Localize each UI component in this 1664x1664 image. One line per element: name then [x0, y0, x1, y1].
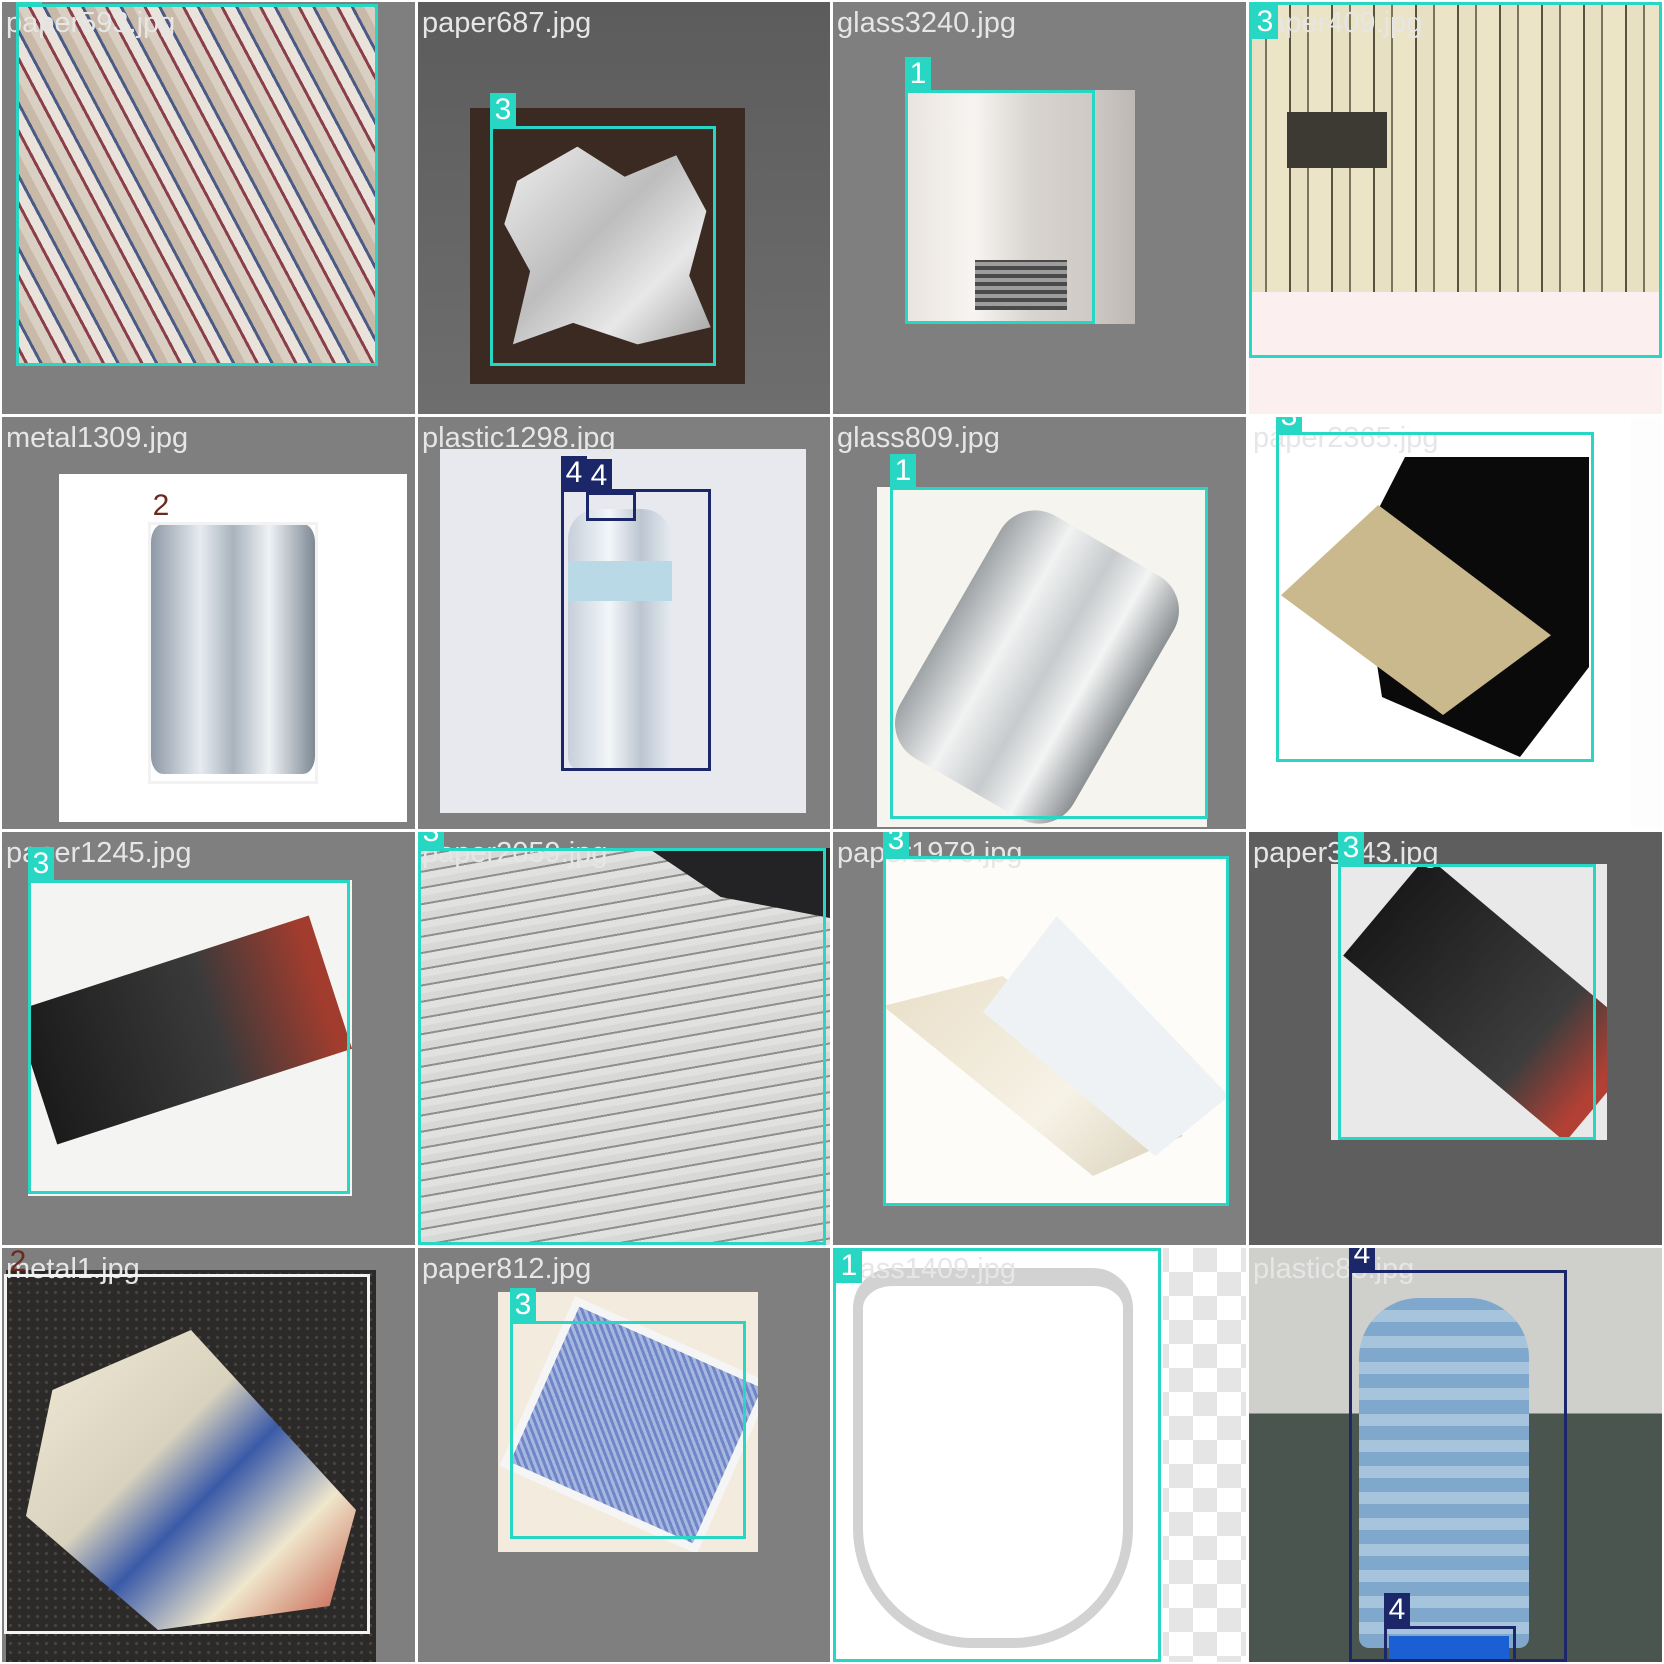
class-label: 3	[418, 832, 444, 849]
tile-paper1245: paper1245.jpg 3	[2, 832, 415, 1245]
class-label: 4	[1384, 1593, 1410, 1627]
class-label: 4	[586, 459, 612, 493]
tile-metal1309: metal1309.jpg 2	[2, 417, 415, 829]
class-label: 4	[1349, 1248, 1375, 1271]
bbox-plastic-cap: 4	[1384, 1593, 1516, 1662]
bbox-paper: 3	[1338, 832, 1596, 1140]
tile-paper593: paper593.jpg 3	[2, 2, 415, 414]
bbox-paper: 3	[16, 2, 378, 366]
bbox-paper: 3	[28, 847, 350, 1194]
class-label: 1	[836, 1249, 862, 1283]
tile-paper2059: paper2059.jpg 3	[418, 832, 830, 1245]
class-label: 3	[510, 1288, 536, 1322]
class-label: 1	[890, 454, 916, 488]
class-label: 3	[28, 847, 54, 881]
bbox-paper: 3	[510, 1288, 746, 1539]
tile-plastic88: plastic88.jpg 4 4	[1249, 1248, 1662, 1662]
bbox-glass: 1	[890, 454, 1208, 819]
tile-paper687: paper687.jpg 3	[418, 2, 830, 414]
class-label: 2	[152, 489, 170, 522]
bbox-paper: 3	[1249, 2, 1662, 358]
bbox-glass: 1	[833, 1248, 1161, 1662]
bbox-metal: 2	[4, 1248, 370, 1634]
tile-filename: glass3240.jpg	[837, 7, 1016, 39]
bbox-paper: 3	[490, 93, 716, 366]
bbox-plastic-cap: 4	[586, 459, 636, 521]
tile-filename: paper812.jpg	[422, 1253, 592, 1285]
bbox-paper: 3	[883, 832, 1229, 1206]
class-label: 4	[561, 456, 587, 490]
tile-filename: metal1309.jpg	[6, 422, 189, 454]
tile-paper2365: paper2365.jpg 3	[1249, 417, 1662, 829]
bbox-paper: 3	[1276, 417, 1594, 762]
detection-mosaic: paper593.jpg 3 paper687.jpg 3 glass3240.…	[0, 0, 1664, 1664]
class-label: 3	[1252, 5, 1278, 39]
bbox-glass: 1	[905, 57, 1095, 324]
tile-filename: glass809.jpg	[837, 422, 1000, 454]
class-label: 3	[883, 832, 909, 857]
tile-filename: plastic1298.jpg	[422, 422, 616, 454]
class-label: 3	[1276, 417, 1302, 433]
class-label: 3	[1338, 832, 1364, 865]
tile-paper812: paper812.jpg 3	[418, 1248, 830, 1662]
class-label: 3	[16, 2, 42, 5]
tile-glass809: glass809.jpg 1	[833, 417, 1246, 829]
tile-filename: paper687.jpg	[422, 7, 592, 39]
class-label: 1	[905, 57, 931, 91]
class-label: 3	[490, 93, 516, 127]
tile-plastic1298: plastic1298.jpg 4 4	[418, 417, 830, 829]
tile-glass3240: glass3240.jpg 1	[833, 2, 1246, 414]
bbox-metal: 2	[148, 489, 318, 784]
tile-paper409: paper409.jpg 3	[1249, 2, 1662, 414]
bbox-paper: 3	[418, 832, 826, 1245]
tile-paper1979: paper1979.jpg 3	[833, 832, 1246, 1245]
tile-metal1: metal1.jpg 2	[2, 1248, 415, 1662]
bbox-plastic-bottle: 4	[1349, 1248, 1567, 1662]
class-label: 2	[9, 1248, 27, 1278]
tile-glass1409: glass1409.jpg 1	[833, 1248, 1246, 1662]
tile-paper3243: paper3243.jpg 3	[1249, 832, 1662, 1245]
bbox-plastic-bottle: 4	[561, 456, 711, 771]
